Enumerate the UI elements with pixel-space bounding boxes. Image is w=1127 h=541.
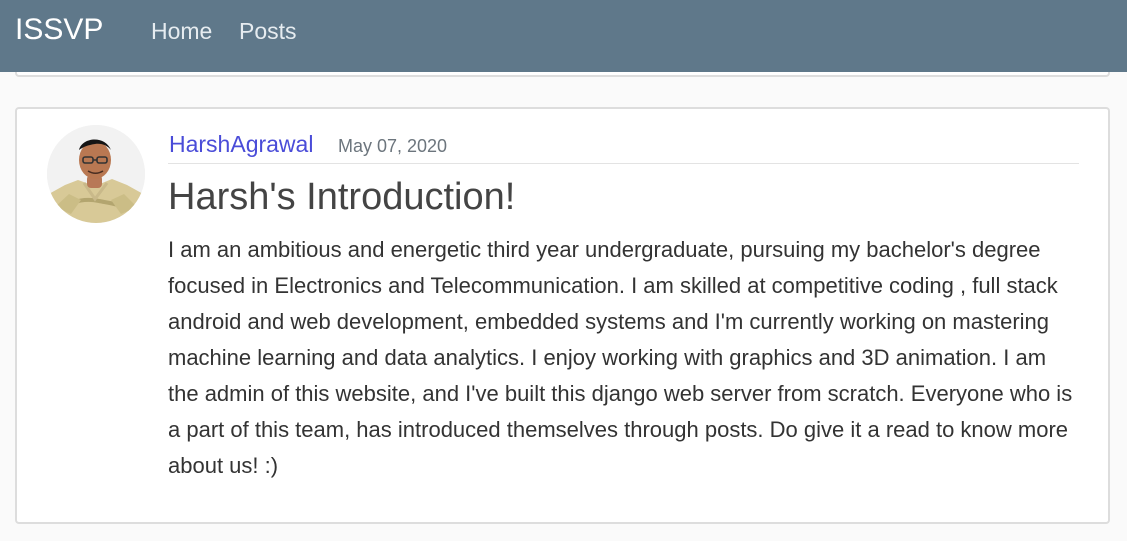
author-avatar [47, 125, 145, 223]
brand-link[interactable]: ISSVP [15, 12, 103, 48]
post-title[interactable]: Harsh's Introduction! [168, 175, 515, 219]
author-link[interactable]: HarshAgrawal [169, 130, 313, 158]
nav-home-link[interactable]: Home [151, 17, 212, 45]
post-date: May 07, 2020 [338, 136, 448, 156]
nav-posts-link[interactable]: Posts [239, 17, 297, 45]
post-meta: HarshAgrawal May 07, 2020 [168, 128, 1079, 164]
navbar: ISSVP Home Posts [0, 0, 1127, 72]
post-content: I am an ambitious and energetic third ye… [168, 237, 1073, 478]
post-card: HarshAgrawal May 07, 2020 Harsh's Introd… [15, 107, 1110, 524]
